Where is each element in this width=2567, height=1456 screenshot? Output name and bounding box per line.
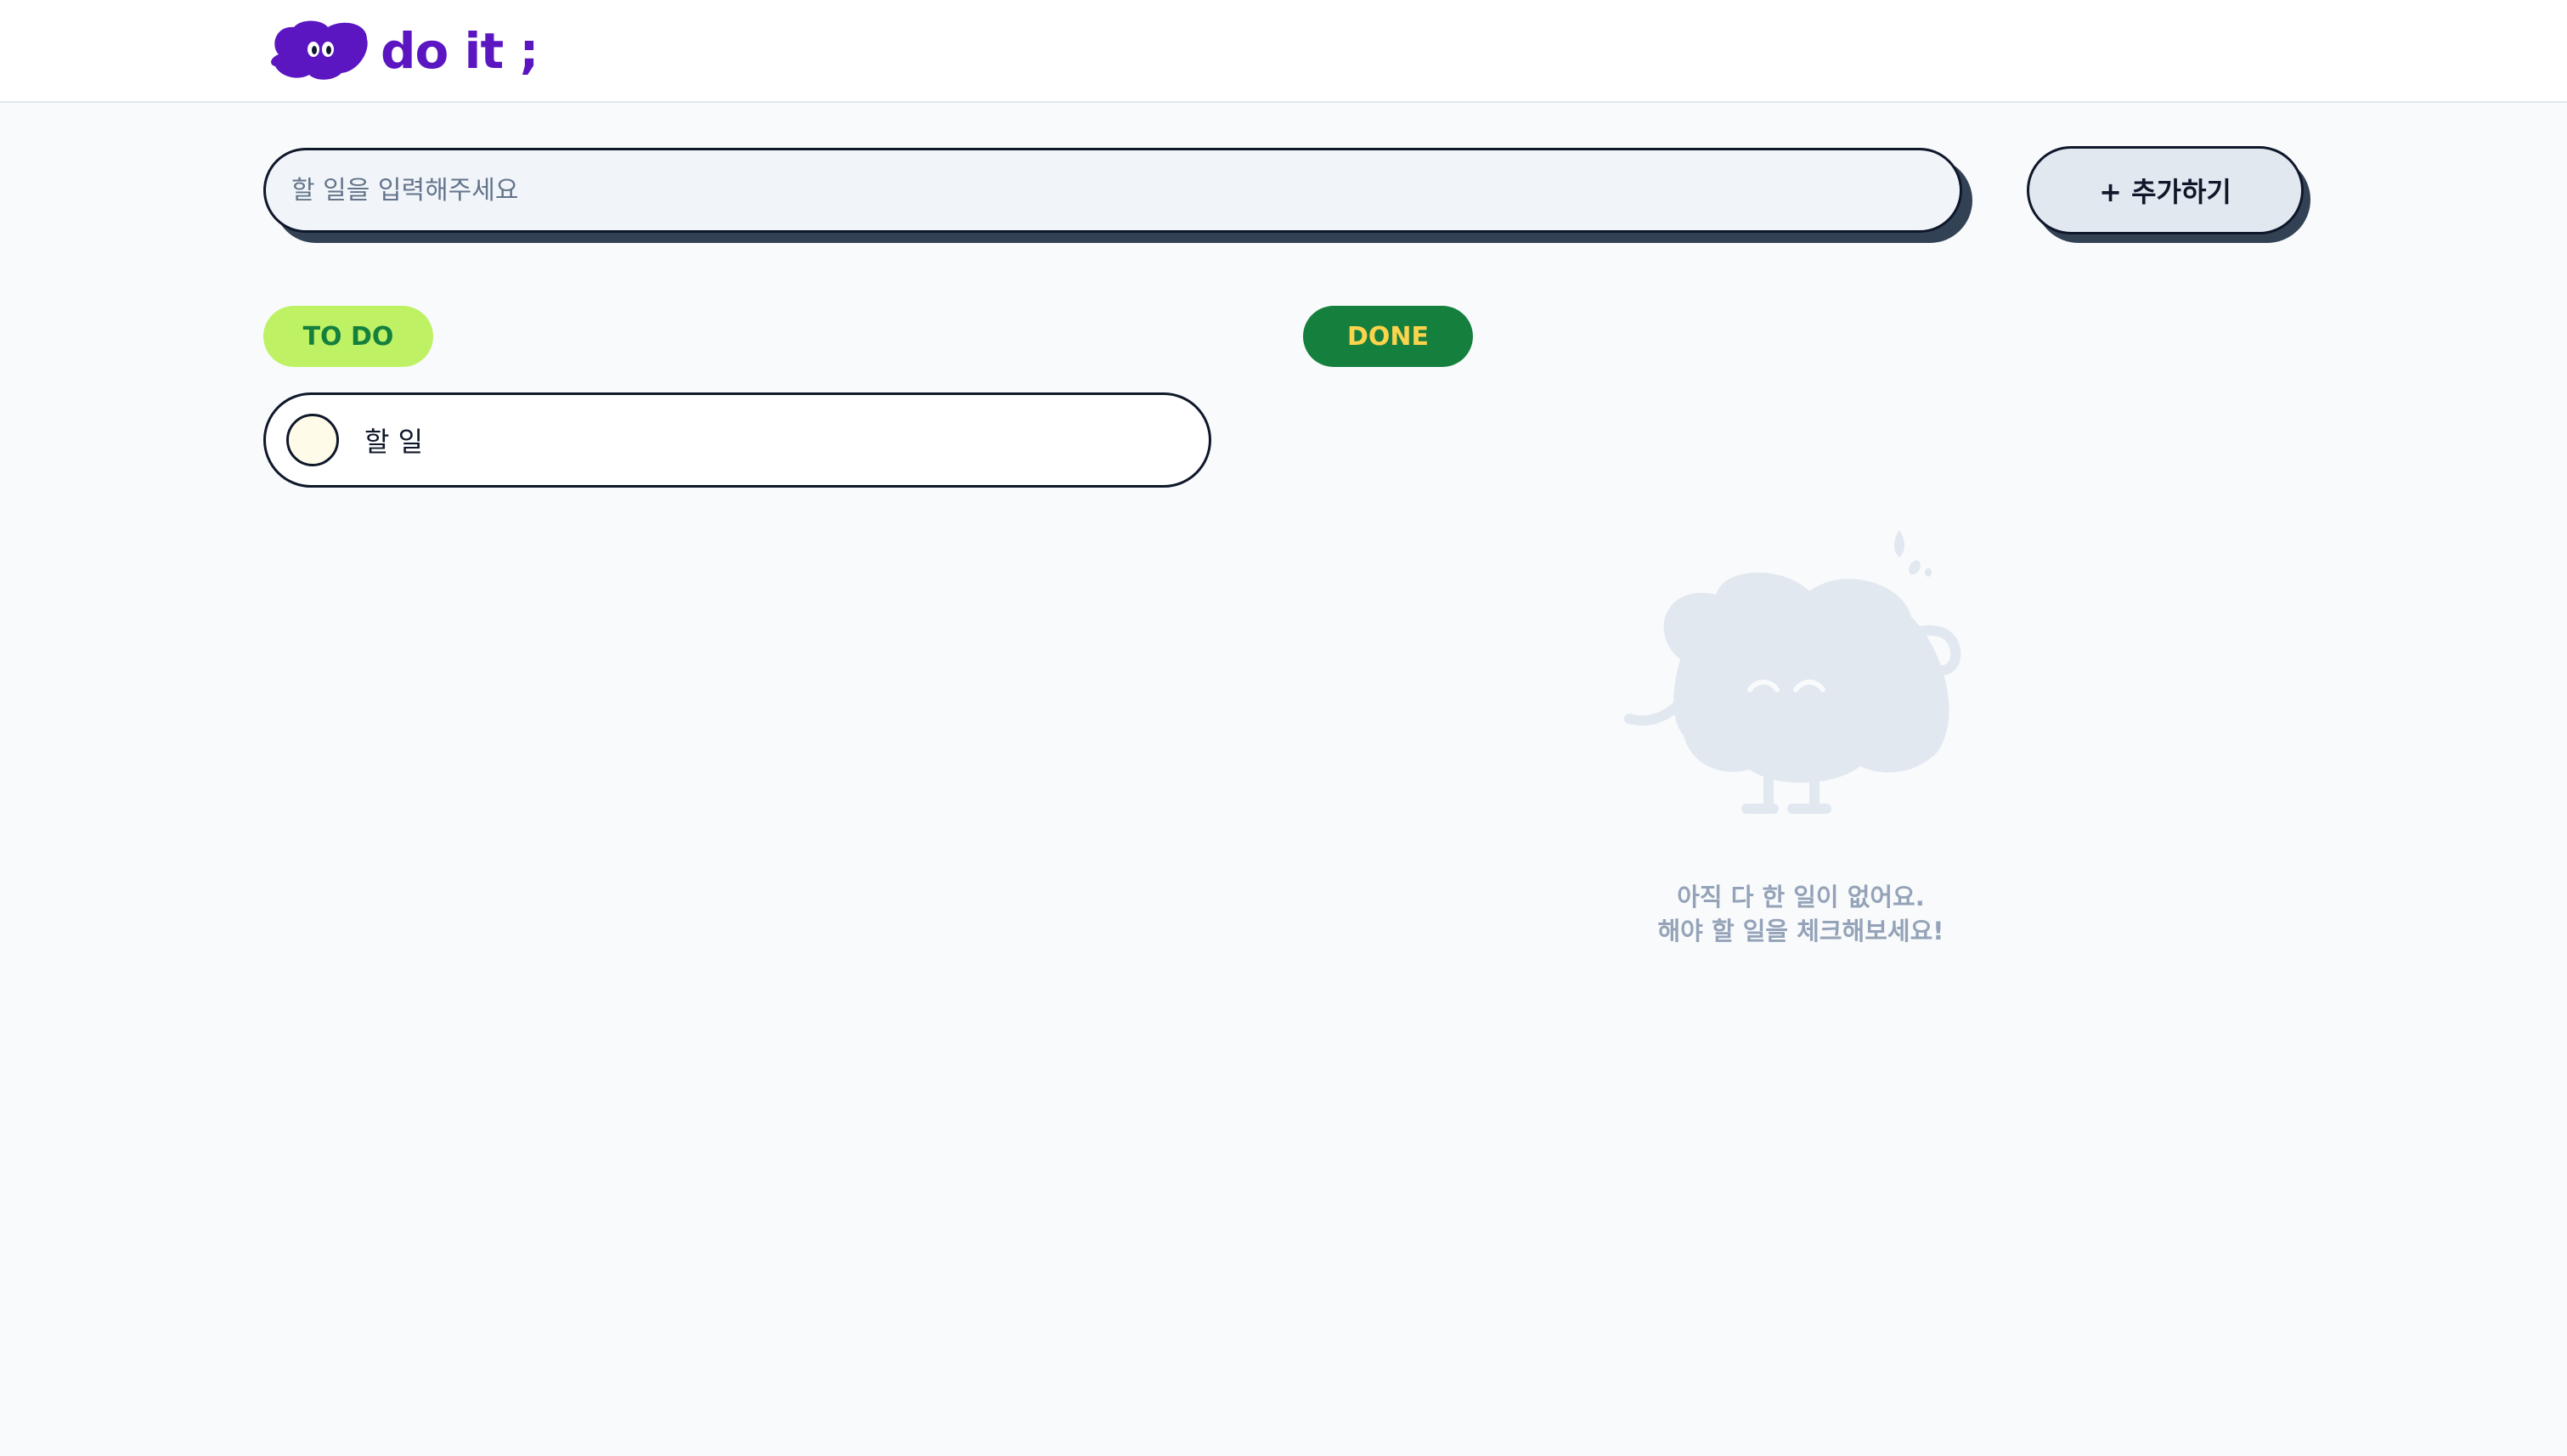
logo[interactable]: do it ; [267, 20, 539, 82]
cloud-mascot-icon [271, 20, 368, 80]
done-section-badge: DONE [1303, 306, 1473, 367]
add-button-wrapper: + 추가하기 [2027, 146, 2312, 248]
logo-text: do it ; [381, 22, 539, 80]
empty-message-line-2: 해야 할 일을 체크해보세요! [1657, 917, 1944, 945]
todo-checkbox[interactable] [286, 414, 339, 466]
add-task-button[interactable]: + 추가하기 [2027, 146, 2304, 234]
done-empty-message: 아직 다 한 일이 없어요. 해야 할 일을 체크해보세요! [1546, 880, 2056, 948]
task-input-wrapper [263, 148, 1972, 243]
todo-item-label: 할 일 [364, 426, 424, 458]
todo-list-item[interactable]: 할 일 [263, 392, 1211, 488]
task-input[interactable] [263, 148, 1962, 233]
empty-message-line-1: 아직 다 한 일이 없어요. [1677, 883, 1925, 911]
todo-section-badge: TO DO [263, 306, 433, 367]
empty-cloud-mascot-icon [1624, 530, 1961, 814]
app-header: do it ; [0, 0, 2567, 103]
